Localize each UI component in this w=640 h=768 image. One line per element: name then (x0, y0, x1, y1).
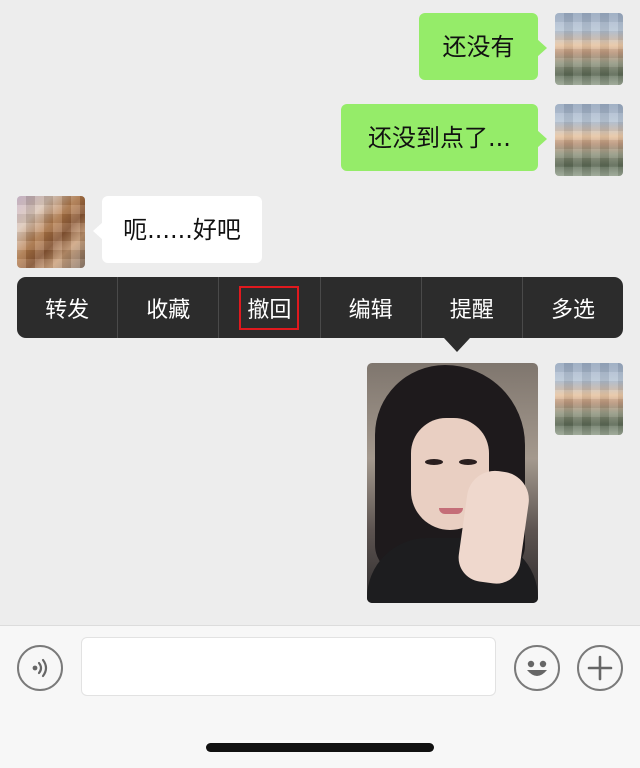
menu-item-remind[interactable]: 提醒 (420, 277, 522, 338)
message-text: 呃......好吧 (123, 215, 241, 244)
message-bubble[interactable]: 呃......好吧 (93, 196, 262, 263)
plus-icon (587, 655, 613, 681)
my-avatar[interactable] (555, 363, 623, 435)
voice-button[interactable] (17, 645, 63, 691)
contact-avatar[interactable] (17, 196, 85, 268)
message-text: 还没有 (442, 32, 515, 61)
menu-item-multiselect[interactable]: 多选 (521, 277, 623, 338)
message-context-menu: 转发 收藏 撤回 编辑 提醒 多选 (17, 277, 623, 338)
chat-area[interactable]: 还没有 还没到点了... 呃......好吧 转发 收藏 撤回 编辑 提醒 多选 (0, 0, 640, 625)
menu-item-label: 提醒 (449, 297, 494, 323)
more-button[interactable] (577, 645, 623, 691)
message-bubble[interactable]: 还没有 (419, 13, 547, 80)
menu-item-favorite[interactable]: 收藏 (117, 277, 218, 338)
voice-icon (32, 658, 48, 678)
menu-item-recall[interactable]: 撤回 (218, 277, 319, 338)
menu-item-label: 编辑 (348, 297, 393, 323)
photo-eye-left (425, 459, 443, 465)
emoji-button[interactable] (514, 645, 560, 691)
photo-mouth (439, 508, 463, 514)
menu-item-label: 撤回 (239, 285, 300, 330)
menu-item-label: 转发 (45, 297, 90, 323)
message-bubble[interactable]: 还没到点了... (341, 104, 547, 171)
image-message[interactable] (367, 363, 538, 603)
menu-pointer (444, 338, 470, 352)
menu-item-label: 多选 (550, 297, 595, 323)
photo-eye-right (459, 459, 477, 465)
message-text: 还没到点了... (368, 123, 511, 152)
menu-item-forward[interactable]: 转发 (17, 277, 117, 338)
menu-item-edit[interactable]: 编辑 (319, 277, 421, 338)
my-avatar[interactable] (555, 13, 623, 85)
emoji-icon (527, 660, 547, 676)
my-avatar[interactable] (555, 104, 623, 176)
message-input[interactable] (81, 637, 496, 696)
menu-item-label: 收藏 (146, 297, 191, 323)
home-indicator (206, 743, 434, 752)
